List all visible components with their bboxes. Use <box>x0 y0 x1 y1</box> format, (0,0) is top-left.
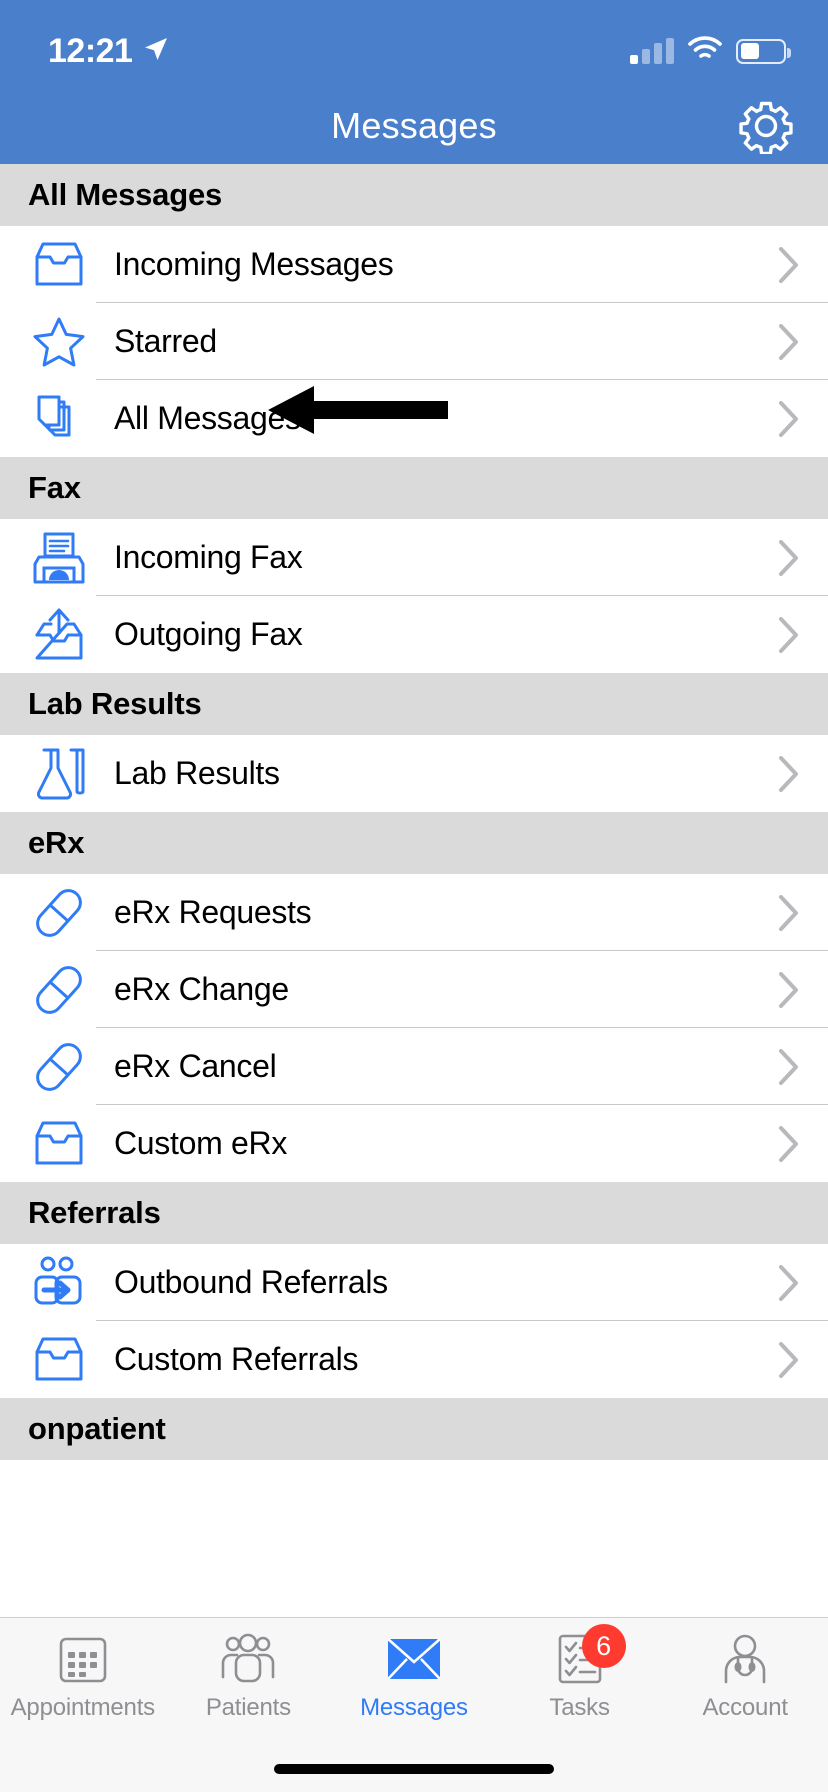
doctor-stethoscope-icon <box>719 1630 771 1688</box>
list-item[interactable]: Custom Referrals <box>0 1321 828 1398</box>
section-header: onpatient <box>0 1398 828 1460</box>
fax-machine-icon <box>22 530 96 586</box>
inbox-tray-icon <box>22 1116 96 1172</box>
wifi-icon <box>688 35 722 67</box>
status-bar-left: 12:21 <box>48 32 170 71</box>
list-item-label: Incoming Fax <box>114 539 303 575</box>
list-item-label: Custom eRx <box>114 1125 288 1161</box>
chevron-right-icon <box>778 323 800 361</box>
envelope-icon <box>386 1630 442 1688</box>
list-item[interactable]: eRx Requests <box>0 874 828 951</box>
tab-label: Account <box>702 1694 789 1721</box>
chevron-right-icon <box>778 894 800 932</box>
tab-tasks[interactable]: 6 Tasks <box>497 1624 663 1722</box>
list-item[interactable]: All Messages <box>0 380 828 457</box>
tab-label: Tasks <box>549 1694 610 1721</box>
tab-label: Messages <box>360 1694 468 1721</box>
tab-account[interactable]: Account <box>662 1630 828 1722</box>
checklist-icon: 6 <box>556 1624 626 1688</box>
section-header-label: Lab Results <box>28 686 202 721</box>
chevron-right-icon <box>778 400 800 438</box>
list-item-label: Outbound Referrals <box>114 1264 388 1300</box>
chevron-right-icon <box>778 1341 800 1379</box>
inbox-tray-icon <box>22 1332 96 1388</box>
list-item[interactable]: eRx Cancel <box>0 1028 828 1105</box>
tab-appointments[interactable]: Appointments <box>0 1630 166 1722</box>
status-bar: 12:21 <box>0 0 828 88</box>
list-item[interactable]: Outgoing Fax <box>0 596 828 673</box>
chevron-right-icon <box>778 616 800 654</box>
pill-capsule-icon <box>22 885 96 941</box>
star-icon <box>22 314 96 370</box>
calendar-icon <box>57 1630 109 1688</box>
message-folder-list[interactable]: All Messages Incoming Messages Starred All … <box>0 164 828 1617</box>
home-indicator <box>274 1764 554 1774</box>
location-arrow-icon <box>142 35 170 68</box>
section-header-label: Referrals <box>28 1195 161 1230</box>
battery-icon <box>736 38 791 64</box>
section-header: eRx <box>0 812 828 874</box>
list-item-label: eRx Change <box>114 971 289 1007</box>
tab-messages[interactable]: Messages <box>331 1630 497 1722</box>
chevron-right-icon <box>778 1264 800 1302</box>
flask-test-tube-icon <box>22 746 96 802</box>
section-header: Referrals <box>0 1182 828 1244</box>
list-item[interactable]: eRx Change <box>0 951 828 1028</box>
list-item[interactable]: Starred <box>0 303 828 380</box>
tab-badge: 6 <box>581 1624 626 1668</box>
list-item-label: Custom Referrals <box>114 1341 359 1377</box>
inbox-tray-icon <box>22 237 96 293</box>
status-bar-right <box>630 35 791 67</box>
pill-capsule-icon <box>22 962 96 1018</box>
tab-patients[interactable]: Patients <box>166 1630 332 1722</box>
section-header-label: onpatient <box>28 1411 166 1446</box>
section-header-label: All Messages <box>28 177 223 212</box>
list-item-label: Incoming Messages <box>114 246 394 282</box>
chevron-right-icon <box>778 971 800 1009</box>
people-group-icon <box>220 1630 276 1688</box>
stacked-pages-icon <box>22 391 96 447</box>
section-header-label: eRx <box>28 825 85 860</box>
tab-label: Patients <box>205 1694 291 1721</box>
chevron-right-icon <box>778 1048 800 1086</box>
list-item-label: eRx Requests <box>114 894 312 930</box>
status-bar-time: 12:21 <box>48 31 133 70</box>
list-item[interactable]: Outbound Referrals <box>0 1244 828 1321</box>
cellular-signal-icon <box>630 38 674 64</box>
section-header: Fax <box>0 457 828 519</box>
pill-capsule-icon <box>22 1039 96 1095</box>
gear-icon[interactable] <box>734 94 798 158</box>
list-item[interactable]: Custom eRx <box>0 1105 828 1182</box>
list-item-label: All Messages <box>114 400 301 436</box>
people-arrow-icon <box>22 1255 96 1311</box>
list-item-label: Lab Results <box>114 755 280 791</box>
list-item-label: Starred <box>114 323 217 359</box>
section-header-label: Fax <box>28 470 81 505</box>
section-header: All Messages <box>0 164 828 226</box>
tab-label: Appointments <box>10 1694 156 1721</box>
outbox-upload-icon <box>22 607 96 663</box>
chevron-right-icon <box>778 246 800 284</box>
list-item[interactable]: Incoming Fax <box>0 519 828 596</box>
chevron-right-icon <box>778 539 800 577</box>
chevron-right-icon <box>778 755 800 793</box>
section-header: Lab Results <box>0 673 828 735</box>
chevron-right-icon <box>778 1125 800 1163</box>
list-item-label: Outgoing Fax <box>114 616 303 652</box>
navigation-bar: Messages <box>0 88 828 164</box>
page-title: Messages <box>331 105 497 146</box>
list-item[interactable]: Lab Results <box>0 735 828 812</box>
list-item-label: eRx Cancel <box>114 1048 277 1084</box>
list-item[interactable]: Incoming Messages <box>0 226 828 303</box>
